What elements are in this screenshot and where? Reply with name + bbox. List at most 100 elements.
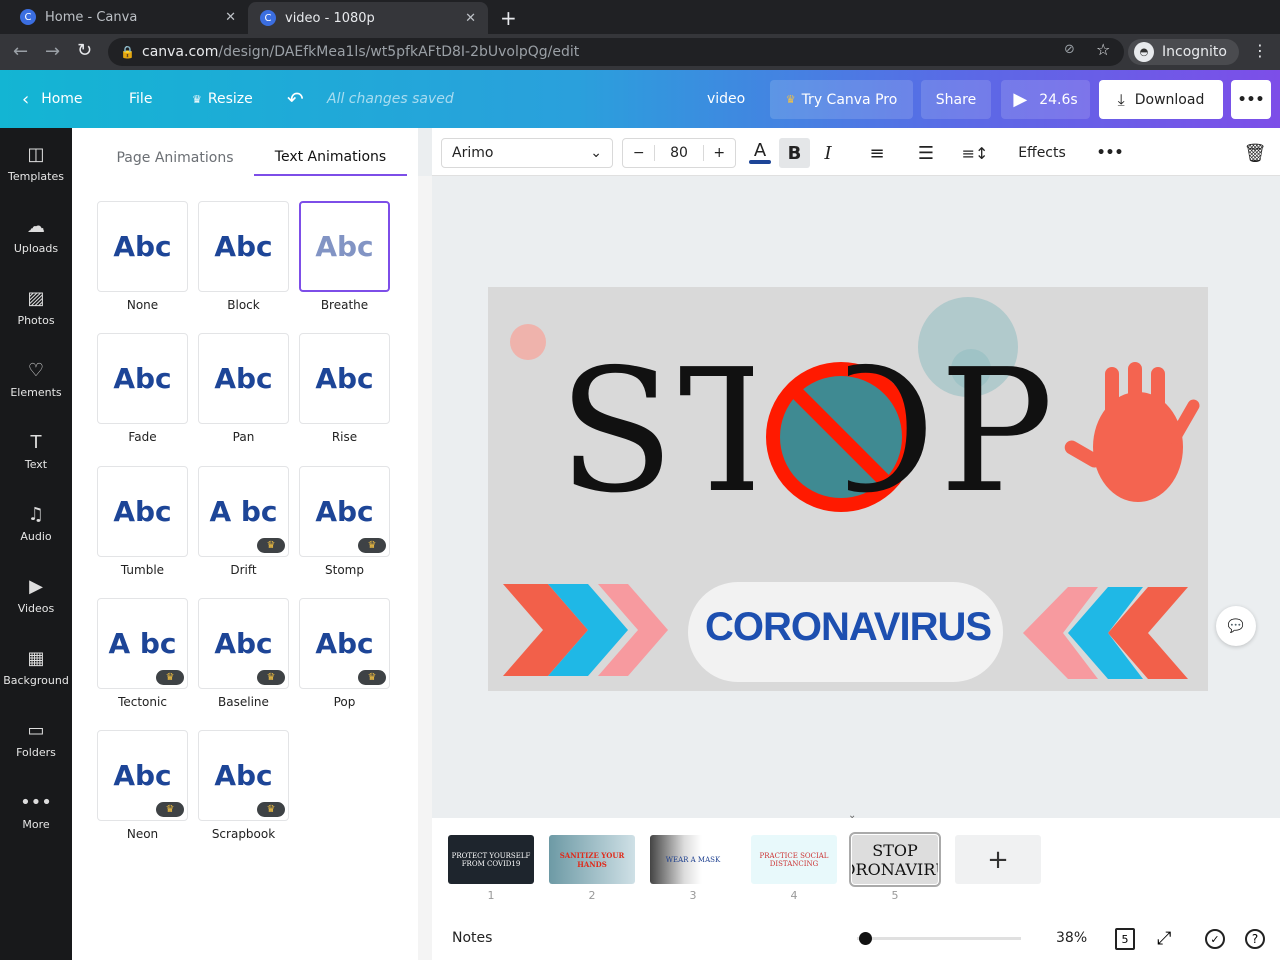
sidebar-item-videos[interactable]: ▶ Videos [0, 560, 72, 632]
animation-option-breathe[interactable]: Abc [299, 201, 390, 292]
trash-icon[interactable]: 🗑 [1242, 138, 1268, 168]
more-toolbar-icon[interactable]: ••• [1096, 138, 1124, 168]
tab-text-animations[interactable]: Text Animations [254, 140, 407, 176]
try-canva-pro-button[interactable]: ♛ Try Canva Pro [770, 80, 913, 119]
sidebar-item-more[interactable]: ••• More [0, 776, 72, 848]
headline-text[interactable]: STOP [558, 347, 1058, 517]
text-color-button[interactable]: A [747, 138, 773, 168]
animation-label: None [126, 298, 159, 312]
animation-label: Block [227, 298, 260, 312]
effects-button[interactable]: Effects [1010, 138, 1074, 168]
animation-option-pop[interactable]: Abc ♛ [299, 598, 390, 689]
undo-icon[interactable]: ↶ [287, 70, 304, 128]
pro-crown-icon: ♛ [257, 538, 285, 553]
lock-icon: 🔒 [120, 45, 135, 59]
music-icon: ♫ [27, 503, 45, 525]
play-preview-button[interactable]: ▶ 24.6s [1001, 80, 1090, 119]
back-icon[interactable]: ← [13, 41, 28, 62]
check-icon[interactable]: ✓ [1205, 929, 1225, 949]
animation-option-fade[interactable]: Abc [97, 333, 188, 424]
browser-tab-video[interactable]: Cvideo - 1080p ✕ [248, 2, 488, 34]
page-count-button[interactable]: 5 [1115, 928, 1135, 950]
sidebar-item-photos[interactable]: ▨ Photos [0, 272, 72, 344]
animation-option-drift[interactable]: A bc ♛ [198, 466, 289, 557]
new-tab-button[interactable]: + [500, 6, 517, 30]
design-title[interactable]: video [707, 70, 745, 128]
incognito-badge[interactable]: ◓ Incognito [1128, 39, 1239, 65]
bookmark-star-icon[interactable]: ☆ [1096, 40, 1110, 59]
more-options-button[interactable]: ••• [1231, 80, 1271, 119]
font-size-input[interactable]: 80 [655, 145, 702, 161]
sidebar-item-templates[interactable]: ◫ Templates [0, 128, 72, 200]
resize-button[interactable]: ♛ Resize [192, 70, 253, 128]
animation-option-tumble[interactable]: Abc [97, 466, 188, 557]
pro-crown-icon: ♛ [257, 802, 285, 817]
animation-option-block[interactable]: Abc [198, 201, 289, 292]
url-input[interactable]: 🔒 canva.com/design/DAEfkMea1ls/wt5pfkAFtD… [108, 38, 1124, 66]
save-status: All changes saved [327, 91, 454, 107]
notes-button[interactable]: Notes [452, 930, 492, 946]
animation-option-rise[interactable]: Abc [299, 333, 390, 424]
page-thumbnail-2[interactable]: SANITIZE YOUR HANDS [549, 835, 635, 884]
animation-option-scrapbook[interactable]: Abc ♛ [198, 730, 289, 821]
browser-tab-home[interactable]: C Home - Canva ✕ [8, 0, 248, 34]
sidebar-item-folders[interactable]: ▭ Folders [0, 704, 72, 776]
play-icon: ▶ [1013, 89, 1028, 110]
decrease-size-button[interactable]: − [623, 145, 656, 161]
page-number: 4 [790, 889, 798, 902]
forward-icon[interactable]: → [45, 41, 60, 62]
bold-button[interactable]: B [779, 138, 810, 168]
tracking-blocked-icon[interactable]: ⊘ [1064, 42, 1075, 57]
animation-option-baseline[interactable]: Abc ♛ [198, 598, 289, 689]
zoom-slider[interactable] [857, 937, 1021, 940]
close-tab-icon[interactable]: ✕ [225, 10, 236, 25]
italic-button[interactable]: I [815, 138, 841, 168]
animation-option-neon[interactable]: Abc ♛ [97, 730, 188, 821]
tab-page-animations[interactable]: Page Animations [100, 140, 250, 176]
page-thumbnail-3[interactable]: WEAR A MASK [650, 835, 736, 884]
help-icon[interactable]: ? [1245, 929, 1265, 949]
design-canvas[interactable]: STOP CORONAVIRUS [488, 287, 1208, 691]
sidebar-item-elements[interactable]: ♡ Elements [0, 344, 72, 416]
panel-scrollbar[interactable] [418, 176, 432, 960]
animation-option-tectonic[interactable]: A bc ♛ [97, 598, 188, 689]
increase-size-button[interactable]: + [702, 145, 735, 161]
chevron-left-icon: ‹ [22, 88, 30, 110]
chevron-down-icon: ⌄ [590, 145, 602, 161]
font-size-stepper[interactable]: −80 + [622, 138, 736, 168]
reload-icon[interactable]: ↻ [77, 40, 92, 61]
animation-label: Scrapbook [211, 827, 276, 841]
canva-favicon-icon: C [20, 9, 36, 25]
list-icon[interactable]: ☰ [913, 138, 939, 168]
add-comment-icon[interactable]: 💬 [1216, 606, 1256, 646]
pro-crown-icon: ♛ [358, 538, 386, 553]
zoom-level[interactable]: 38% [1056, 930, 1087, 946]
pro-crown-icon: ♛ [156, 802, 184, 817]
sidebar-item-audio[interactable]: ♫ Audio [0, 488, 72, 560]
pro-crown-icon: ♛ [156, 670, 184, 685]
animation-option-none[interactable]: Abc [97, 201, 188, 292]
page-number: 5 [891, 889, 899, 902]
download-button[interactable]: ⤓ Download [1099, 80, 1223, 119]
subtitle-text[interactable]: CORONAVIRUS [688, 605, 1008, 650]
animation-option-pan[interactable]: Abc [198, 333, 289, 424]
home-button[interactable]: ‹ Home [22, 70, 83, 128]
browser-menu-icon[interactable]: ⋮ [1252, 41, 1268, 60]
font-family-dropdown[interactable]: Arimo ⌄ [441, 138, 613, 168]
align-center-icon[interactable]: ≡ [864, 138, 890, 168]
file-menu-button[interactable]: File [129, 70, 152, 128]
sidebar-item-background[interactable]: ▦ Background [0, 632, 72, 704]
collapse-chevron-icon[interactable]: ⌄ [848, 810, 856, 821]
arrow-chevrons-right [1023, 587, 1188, 679]
add-page-button[interactable]: + [955, 835, 1041, 884]
page-thumbnail-5[interactable]: STOP CORONAVIRUS [849, 832, 941, 887]
sidebar-item-text[interactable]: T Text [0, 416, 72, 488]
share-button[interactable]: Share [921, 80, 991, 119]
animation-option-stomp[interactable]: Abc ♛ [299, 466, 390, 557]
page-thumbnail-4[interactable]: PRACTICE SOCIAL DISTANCING [751, 835, 837, 884]
fullscreen-icon[interactable]: ⤢ [1157, 928, 1171, 949]
spacing-icon[interactable]: ≡↕ [962, 138, 989, 168]
close-tab-icon[interactable]: ✕ [465, 11, 476, 26]
sidebar-item-uploads[interactable]: ☁ Uploads [0, 200, 72, 272]
page-thumbnail-1[interactable]: PROTECT YOURSELF FROM COVID19 [448, 835, 534, 884]
